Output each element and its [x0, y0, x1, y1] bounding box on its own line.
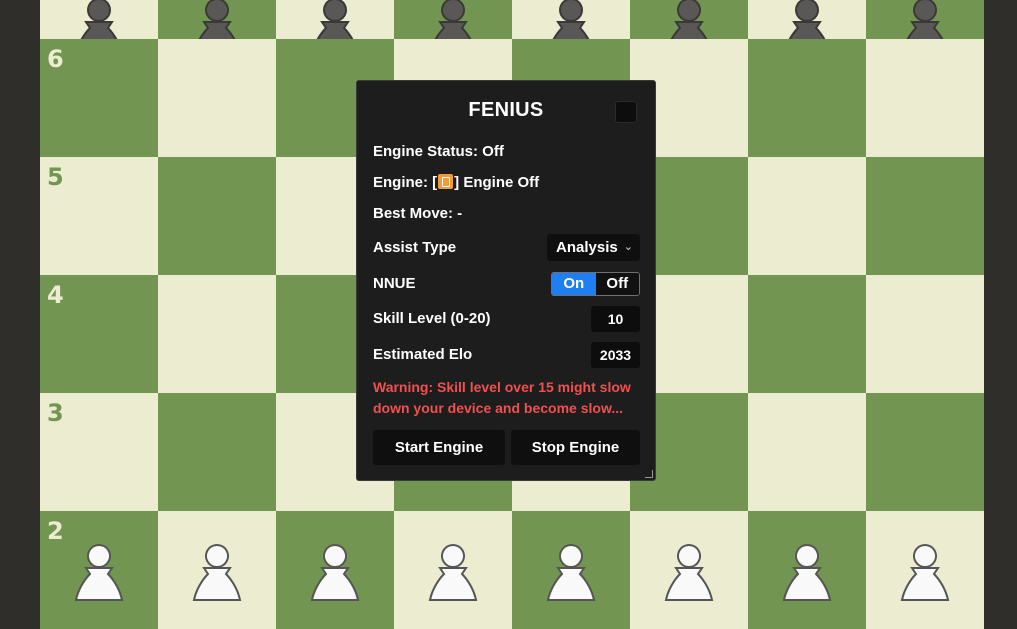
board-square[interactable] — [394, 511, 512, 629]
board-square[interactable] — [866, 275, 984, 393]
board-square[interactable] — [748, 511, 866, 629]
engine-prefix: Engine: [ — [373, 174, 438, 191]
engine-line: Engine: [ ] Engine Off — [373, 174, 539, 191]
engine-badge-icon — [438, 174, 454, 189]
board-square[interactable]: 6 — [40, 39, 158, 157]
white-pawn-icon[interactable] — [182, 535, 252, 605]
board-square[interactable] — [748, 39, 866, 157]
board-square[interactable] — [158, 393, 276, 511]
start-engine-button[interactable]: Start Engine — [373, 430, 505, 465]
board-square[interactable] — [512, 511, 630, 629]
board-square[interactable] — [866, 393, 984, 511]
board-square[interactable] — [630, 511, 748, 629]
board-square[interactable] — [748, 157, 866, 275]
stop-engine-button[interactable]: Stop Engine — [511, 430, 640, 465]
board-square[interactable] — [748, 275, 866, 393]
assist-type-value: Analysis — [556, 239, 618, 256]
board-square[interactable] — [866, 39, 984, 157]
board-square[interactable] — [276, 511, 394, 629]
engine-status: Engine Status: Off — [373, 143, 504, 160]
board-square[interactable] — [158, 157, 276, 275]
board-square[interactable] — [866, 157, 984, 275]
engine-suffix: ] Engine Off — [454, 174, 540, 191]
warning-text: Warning: Skill level over 15 might slow … — [373, 379, 631, 416]
board-square[interactable] — [748, 393, 866, 511]
resize-handle[interactable] — [645, 470, 653, 478]
panel-title: FENIUS — [468, 99, 544, 121]
chevron-down-icon: ⌄ — [623, 241, 633, 253]
best-move: Best Move: - — [373, 205, 463, 222]
white-pawn-icon[interactable] — [64, 535, 134, 605]
nnue-label: NNUE — [373, 275, 416, 292]
white-pawn-icon[interactable] — [654, 535, 724, 605]
estimated-elo-input[interactable]: 2033 — [591, 342, 640, 368]
board-square[interactable] — [40, 0, 158, 55]
rank-label: 4 — [47, 281, 64, 309]
white-pawn-icon[interactable] — [536, 535, 606, 605]
rank-label: 3 — [47, 399, 64, 427]
skill-level-label: Skill Level (0-20) — [373, 310, 491, 327]
white-pawn-icon[interactable] — [772, 535, 842, 605]
nnue-on-button[interactable]: On — [552, 273, 596, 295]
rank-label: 5 — [47, 163, 64, 191]
close-button[interactable] — [615, 101, 637, 123]
skill-level-input[interactable]: 10 — [591, 306, 640, 332]
board-square[interactable]: 3 — [40, 393, 158, 511]
board-square[interactable]: 5 — [40, 157, 158, 275]
nnue-off-button[interactable]: Off — [595, 273, 639, 295]
board-square[interactable] — [158, 0, 276, 55]
board-square[interactable] — [630, 0, 748, 55]
board-square[interactable] — [276, 0, 394, 55]
white-pawn-icon[interactable] — [890, 535, 960, 605]
nnue-toggle[interactable]: On Off — [551, 272, 640, 296]
board-square[interactable] — [866, 511, 984, 629]
white-pawn-icon[interactable] — [300, 535, 370, 605]
board-square[interactable] — [748, 0, 866, 55]
board-square[interactable]: 4 — [40, 275, 158, 393]
fenius-panel: FENIUS Engine Status: Off Engine: [ ] Eng… — [356, 80, 656, 481]
assist-type-label: Assist Type — [373, 239, 457, 256]
board-square[interactable] — [512, 0, 630, 55]
board-square[interactable]: 2 — [40, 511, 158, 629]
board-square[interactable] — [158, 39, 276, 157]
estimated-elo-label: Estimated Elo — [373, 346, 473, 363]
board-square[interactable] — [866, 0, 984, 55]
rank-label: 2 — [47, 517, 64, 545]
board-square[interactable] — [158, 275, 276, 393]
assist-type-select[interactable]: Analysis ⌄ — [547, 234, 640, 261]
white-pawn-icon[interactable] — [418, 535, 488, 605]
board-square[interactable] — [394, 0, 512, 55]
rank-label: 6 — [47, 45, 64, 73]
board-square[interactable] — [158, 511, 276, 629]
